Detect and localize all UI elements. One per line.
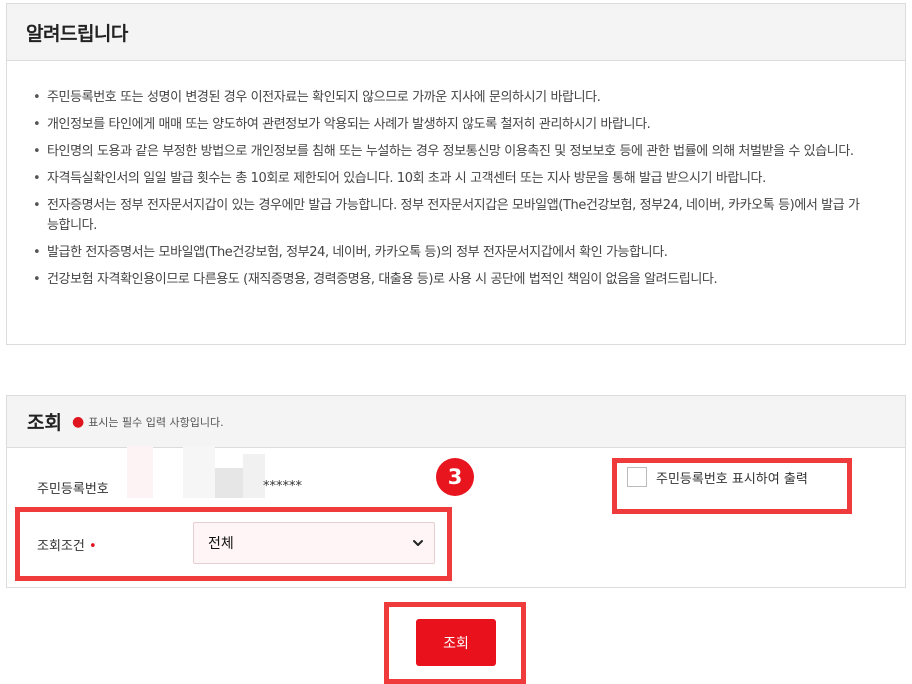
- rrn-masked-value: ******: [263, 479, 302, 494]
- annotation-box-condition: [15, 507, 452, 581]
- notice-header: 알려드립니다: [7, 4, 905, 61]
- annotation-box-checkbox: [612, 458, 852, 514]
- notice-item: 발급한 전자증명서는 모바일앱(The건강보험, 정부24, 네이버, 카카오톡…: [33, 243, 865, 263]
- notice-item: 개인정보를 타인에게 매매 또는 양도하여 관련정보가 악용되는 사례가 발생하…: [33, 115, 865, 135]
- rrn-redaction: [125, 446, 275, 498]
- rrn-label: 주민등록번호: [37, 482, 109, 497]
- notice-item: 건강보험 자격확인용이므로 다른용도 (재직증명용, 경력증명용, 대출용 등)…: [33, 270, 865, 290]
- notice-list: 주민등록번호 또는 성명이 변경된 경우 이전자료는 확인되지 않으므로 가까운…: [7, 61, 905, 290]
- notice-item: 주민등록번호 또는 성명이 변경된 경우 이전자료는 확인되지 않으므로 가까운…: [33, 88, 865, 108]
- notice-item: 자격득실확인서의 일일 발급 횟수는 총 10회로 제한되어 있습니다. 10회…: [33, 169, 865, 189]
- query-header: 조회 ● 표시는 필수 입력 사항입니다.: [7, 396, 905, 448]
- required-dot-icon: ●: [71, 413, 85, 430]
- step-badge: 3: [436, 458, 474, 496]
- notice-title: 알려드립니다: [26, 22, 128, 45]
- query-title: 조회: [27, 412, 62, 434]
- notice-item: 타인명의 도용과 같은 부정한 방법으로 개인정보를 침해 또는 누설하는 경우…: [33, 142, 865, 162]
- notice-panel: 알려드립니다 주민등록번호 또는 성명이 변경된 경우 이전자료는 확인되지 않…: [6, 3, 906, 345]
- notice-item: 전자증명서는 정부 전자문서지갑이 있는 경우에만 발급 가능합니다. 정부 전…: [33, 196, 865, 236]
- required-note: 표시는 필수 입력 사항입니다.: [88, 415, 224, 429]
- search-submit-button[interactable]: 조회: [416, 619, 496, 666]
